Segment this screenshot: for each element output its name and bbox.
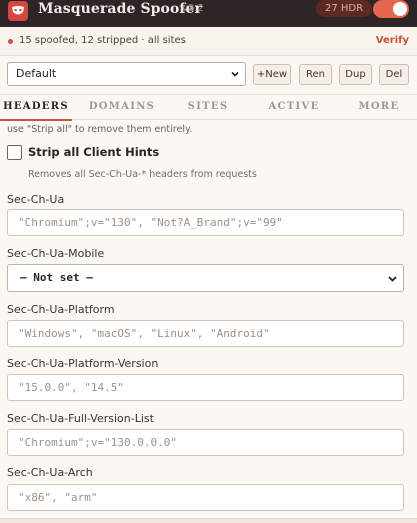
tab-headers[interactable]: HEADERS bbox=[0, 95, 72, 120]
tab-active[interactable]: ACTIVE bbox=[258, 95, 330, 120]
sec-ch-ua-label: Sec-Ch-Ua bbox=[7, 193, 65, 206]
new-profile-button[interactable]: +New bbox=[253, 64, 291, 85]
status-dot-icon bbox=[8, 39, 13, 44]
chevron-down-icon bbox=[231, 71, 239, 77]
duplicate-profile-button[interactable]: Dup bbox=[339, 64, 372, 85]
toggle-knob bbox=[393, 2, 407, 16]
tab-bar: HEADERS DOMAINS SITES ACTIVE MORE bbox=[0, 94, 417, 121]
profile-select-value: Default bbox=[16, 67, 57, 80]
delete-profile-button[interactable]: Del bbox=[379, 64, 409, 85]
strip-note: use "Strip all" to remove them entirely. bbox=[7, 124, 193, 135]
sec-ch-ua-full-version-list-input[interactable]: "Chromium";v="130.0.0.0" bbox=[7, 429, 404, 456]
tab-more[interactable]: MORE bbox=[346, 95, 412, 120]
app-title: Masquerade Spoofer bbox=[38, 1, 203, 17]
sec-ch-ua-mobile-value: – Not set – bbox=[20, 271, 93, 284]
sec-ch-ua-arch-label: Sec-Ch-Ua-Arch bbox=[7, 466, 93, 479]
tab-domains[interactable]: DOMAINS bbox=[80, 95, 164, 120]
status-text: 15 spoofed, 12 stripped · all sites bbox=[19, 35, 186, 46]
chevron-down-icon bbox=[388, 276, 397, 282]
header-count-badge: 27 HDR bbox=[316, 0, 373, 17]
sec-ch-ua-full-version-list-label: Sec-Ch-Ua-Full-Version-List bbox=[7, 412, 154, 425]
sec-ch-ua-platform-version-label: Sec-Ch-Ua-Platform-Version bbox=[7, 357, 159, 370]
sec-ch-ua-arch-input[interactable]: "x86", "arm" bbox=[7, 484, 404, 511]
active-tab-indicator bbox=[0, 119, 72, 121]
sec-ch-ua-mobile-label: Sec-Ch-Ua-Mobile bbox=[7, 247, 105, 260]
verify-link[interactable]: Verify bbox=[376, 35, 409, 46]
profile-row: Default +New Ren Dup Del bbox=[0, 56, 417, 94]
version-label: v3.2 bbox=[182, 3, 204, 14]
sec-ch-ua-mobile-select[interactable]: – Not set – bbox=[7, 264, 404, 292]
strip-all-label: Strip all Client Hints bbox=[28, 145, 160, 159]
sec-ch-ua-platform-label: Sec-Ch-Ua-Platform bbox=[7, 303, 115, 316]
strip-all-checkbox[interactable] bbox=[7, 145, 22, 160]
bottom-divider bbox=[0, 518, 417, 523]
sec-ch-ua-platform-input[interactable]: "Windows", "macOS", "Linux", "Android" bbox=[7, 320, 404, 347]
app-header: Masquerade Spoofer v3.2 27 HDR bbox=[0, 0, 417, 27]
tab-sites[interactable]: SITES bbox=[175, 95, 241, 120]
profile-select[interactable]: Default bbox=[7, 62, 246, 86]
status-bar: 15 spoofed, 12 stripped · all sites Veri… bbox=[0, 27, 417, 56]
sec-ch-ua-platform-version-input[interactable]: "15.0.0", "14.5" bbox=[7, 374, 404, 401]
enable-toggle[interactable] bbox=[373, 0, 409, 18]
strip-all-description: Removes all Sec-Ch-Ua-* headers from req… bbox=[28, 169, 257, 180]
sec-ch-ua-input[interactable]: "Chromium";v="130", "Not?A_Brand";v="99" bbox=[7, 209, 404, 236]
rename-profile-button[interactable]: Ren bbox=[299, 64, 332, 85]
mask-icon bbox=[8, 1, 28, 21]
